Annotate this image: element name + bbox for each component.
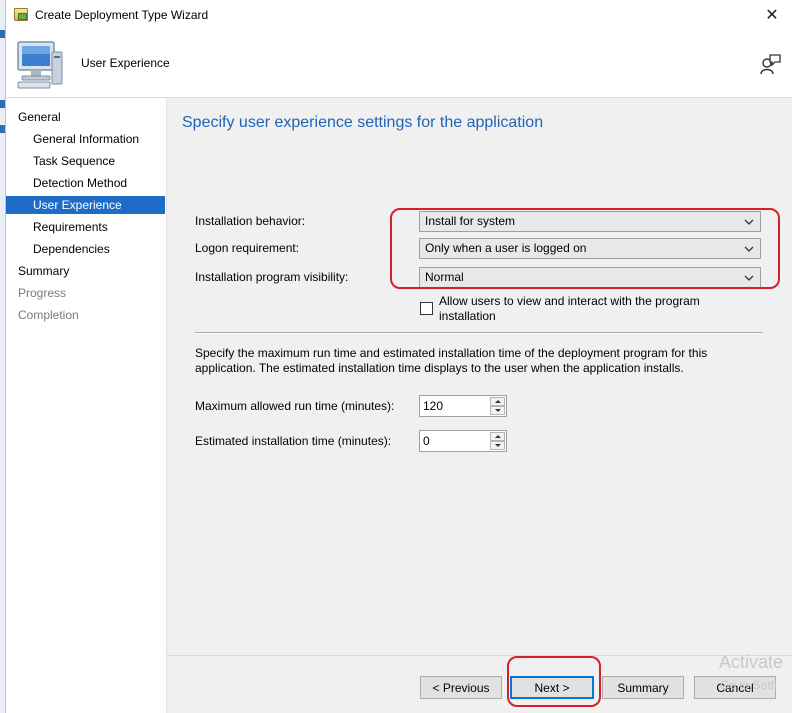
summary-button[interactable]: Summary	[602, 676, 684, 699]
spin-down-arrow-icon[interactable]	[490, 441, 505, 450]
chevron-down-icon	[744, 275, 754, 281]
wizard-window: Create Deployment Type Wizard ✕ User Exp…	[6, 0, 792, 713]
max-run-time-value[interactable]: 120	[423, 399, 443, 413]
button-bar: < Previous Next > Summary Cancel	[167, 655, 792, 713]
allow-interact-label-line2: installation	[439, 309, 496, 323]
computer-icon	[17, 41, 63, 89]
section-divider	[195, 332, 763, 334]
run-time-description: Specify the maximum run time and estimat…	[195, 346, 775, 376]
nav-item-task-sequence[interactable]: Task Sequence	[6, 152, 165, 170]
background-window-marker	[0, 100, 5, 108]
program-visibility-label: Installation program visibility:	[195, 270, 349, 284]
spin-down-arrow-icon[interactable]	[490, 406, 505, 415]
next-button[interactable]: Next >	[510, 676, 594, 699]
wizard-header: User Experience	[6, 30, 792, 98]
max-run-time-stepper[interactable]: 120	[419, 395, 507, 417]
program-visibility-dropdown[interactable]: Normal	[419, 267, 761, 288]
previous-button[interactable]: < Previous	[420, 676, 502, 699]
run-time-description-line1: Specify the maximum run time and estimat…	[195, 346, 708, 360]
close-icon: ✕	[765, 7, 779, 24]
chevron-down-icon	[744, 219, 754, 225]
nav-item-completion: Completion	[18, 308, 79, 322]
page-title: Specify user experience settings for the…	[182, 114, 544, 131]
help-person-icon[interactable]	[758, 52, 782, 76]
max-run-time-arrows	[490, 397, 505, 415]
est-install-time-value[interactable]: 0	[423, 434, 430, 448]
wizard-content: Specify user experience settings for the…	[166, 98, 792, 713]
close-button[interactable]: ✕	[752, 0, 792, 30]
wizard-app-icon	[14, 8, 28, 21]
allow-interact-checkbox[interactable]	[420, 302, 433, 315]
program-visibility-value: Normal	[425, 270, 464, 284]
logon-requirement-dropdown[interactable]: Only when a user is logged on	[419, 238, 761, 259]
max-run-time-label: Maximum allowed run time (minutes):	[195, 399, 395, 413]
nav-item-general[interactable]: General	[6, 108, 165, 126]
est-install-time-label: Estimated installation time (minutes):	[195, 434, 392, 448]
run-time-description-line2: application. The estimated installation …	[195, 361, 684, 375]
est-install-time-stepper[interactable]: 0	[419, 430, 507, 452]
allow-interact-label: Allow users to view and interact with th…	[439, 294, 700, 324]
est-install-time-arrows	[490, 432, 505, 450]
chevron-down-icon	[744, 246, 754, 252]
installation-behavior-label: Installation behavior:	[195, 214, 306, 228]
installation-behavior-value: Install for system	[425, 214, 516, 228]
cancel-button[interactable]: Cancel	[694, 676, 776, 699]
background-window-marker	[0, 125, 5, 133]
background-window-marker	[0, 30, 5, 38]
spin-up-arrow-icon[interactable]	[490, 432, 505, 441]
nav-item-requirements[interactable]: Requirements	[6, 218, 165, 236]
nav-item-progress: Progress	[18, 286, 67, 300]
logon-requirement-value: Only when a user is logged on	[425, 241, 587, 255]
allow-interact-label-line1: Allow users to view and interact with th…	[439, 294, 700, 308]
installation-behavior-dropdown[interactable]: Install for system	[419, 211, 761, 232]
header-title: User Experience	[81, 56, 170, 70]
title-bar: Create Deployment Type Wizard ✕	[6, 0, 792, 30]
nav-item-detection-method[interactable]: Detection Method	[6, 174, 165, 192]
window-title: Create Deployment Type Wizard	[35, 8, 209, 22]
logon-requirement-label: Logon requirement:	[195, 241, 300, 255]
nav-item-general-information[interactable]: General Information	[6, 130, 165, 148]
wizard-navigation: General General Information Task Sequenc…	[6, 98, 166, 713]
nav-item-summary[interactable]: Summary	[6, 262, 165, 280]
nav-item-dependencies[interactable]: Dependencies	[6, 240, 165, 258]
nav-item-user-experience[interactable]: User Experience	[6, 196, 165, 214]
spin-up-arrow-icon[interactable]	[490, 397, 505, 406]
